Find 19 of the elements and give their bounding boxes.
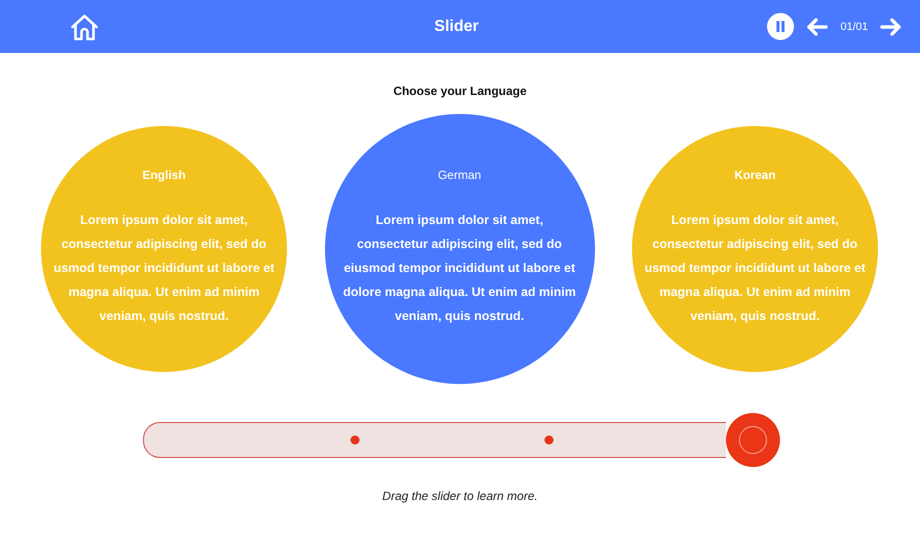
header-title: Slider [434,18,479,36]
card-text: Lorem ipsum dolor sit amet, consectetur adipiscing elit, sed do usmod tempor incididunt ut labore et magna aliqua. Ut enim ad minim veniam, quis nostrud. [644,212,866,325]
language-card[interactable]: English Lorem ipsum dolor sit amet, consectetur adipiscing elit, sed do usmod tempor incididunt ut labore et magna aliqua. Ut enim ad minim veniam, quis nostrud. [41,126,287,372]
stop-dot [544,436,554,444]
slider-thumb[interactable] [726,413,780,467]
language-card[interactable]: German Lorem ipsum dolor sit amet, consectetur adipiscing elit, sed do eiusmod tempor incididunt ut labore et dolore magna aliqua. Ut enim ad minim veniam, quis nostrud. [324,114,594,384]
section-heading: Choose your Language [392,84,528,98]
stop-dot [350,436,360,444]
card-title: English [142,168,186,182]
card-text: Lorem ipsum dolor sit amet, consectetur adipiscing elit, sed do eiusmod tempor incididunt ut labore et dolore magna aliqua. Ut enim ad minim veniam, quis nostrud. [342,212,577,325]
card-title: German [438,168,482,182]
card-text: Lorem ipsum dolor sit amet, consectetur adipiscing elit, sed do usmod tempor incididunt ut labore et magna aliqua. Ut enim ad minim veniam, quis nostrud. [53,212,275,325]
pause-icon[interactable] [767,13,794,40]
slide-counter: 01/01 [840,20,868,32]
next-arrow-icon[interactable] [880,18,902,36]
slider-caption: Drag the slider to learn more. [381,489,539,503]
card-title: Korean [734,168,776,182]
back-arrow-icon[interactable] [806,18,828,36]
language-card[interactable]: Korean Lorem ipsum dolor sit amet, consectetur adipiscing elit, sed do usmod tempor incididunt ut labore et magna aliqua. Ut enim ad minim veniam, quis nostrud. [632,126,878,372]
